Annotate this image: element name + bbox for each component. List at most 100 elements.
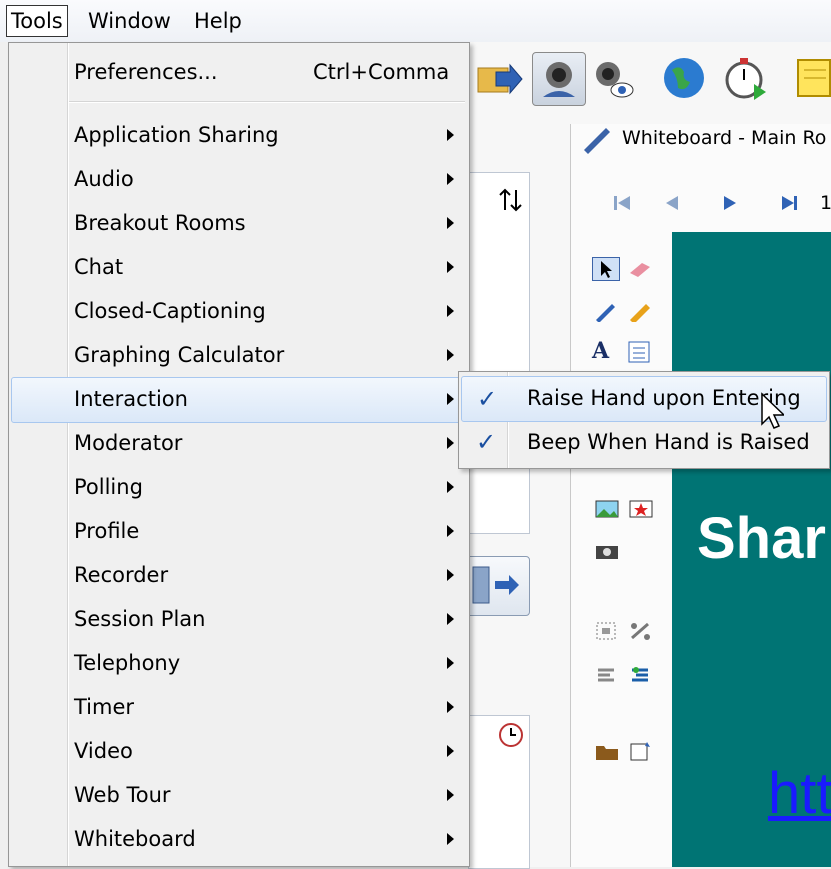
menu-item-label: Closed-Captioning xyxy=(74,299,266,323)
new-page-icon xyxy=(630,742,650,761)
align-icon xyxy=(598,668,614,682)
globe-button[interactable] xyxy=(658,52,710,104)
marker-tool[interactable] xyxy=(626,300,652,324)
select-area-tool[interactable] xyxy=(594,620,620,642)
submenu-arrow-icon xyxy=(447,305,454,317)
submenu-arrow-icon xyxy=(447,833,454,845)
pen-icon xyxy=(596,304,615,323)
menu-item-label: Audio xyxy=(74,167,134,191)
menu-item-moderator[interactable]: Moderator xyxy=(11,421,467,465)
menu-item-shortcut: Ctrl+Comma xyxy=(313,60,450,84)
menu-item-label: Profile xyxy=(74,519,140,543)
menu-help-label: Help xyxy=(194,9,242,33)
sort-button[interactable] xyxy=(496,184,526,216)
menu-item-application-sharing[interactable]: Application Sharing xyxy=(11,113,467,157)
submenu-arrow-icon xyxy=(447,349,454,361)
menu-item-label: Moderator xyxy=(74,431,183,455)
menu-item-label: Graphing Calculator xyxy=(74,343,285,367)
menu-item-label: Web Tour xyxy=(74,783,171,807)
open-folder-icon xyxy=(596,746,618,760)
pen-tool[interactable] xyxy=(592,300,618,323)
menu-item-whiteboard[interactable]: Whiteboard xyxy=(11,817,467,861)
submenu-arrow-icon xyxy=(447,261,454,273)
left-list-pane xyxy=(468,172,530,534)
folder-arrow-button[interactable] xyxy=(474,52,526,104)
menu-item-web-tour[interactable]: Web Tour xyxy=(11,773,467,817)
clipart-tool[interactable] xyxy=(628,498,654,520)
menu-item-preferences[interactable]: Preferences... Ctrl+Comma xyxy=(11,50,467,94)
exit-room-icon xyxy=(472,566,519,604)
menu-item-label: Interaction xyxy=(74,387,188,411)
camera-tool[interactable] xyxy=(594,540,620,562)
camera-icon xyxy=(596,546,618,559)
menu-item-chat[interactable]: Chat xyxy=(11,245,467,289)
image-tool[interactable] xyxy=(594,498,620,520)
arrange-icon xyxy=(632,667,648,682)
slide-link[interactable]: htt xyxy=(768,760,831,827)
scale-tool[interactable] xyxy=(628,620,654,642)
whiteboard-title: Whiteboard - Main Ro xyxy=(622,127,827,149)
checkmark-icon: ✓ xyxy=(476,428,497,456)
submenu-arrow-icon xyxy=(447,569,454,581)
menu-item-label: Recorder xyxy=(74,563,169,587)
menu-item-label: Preferences... xyxy=(74,60,218,84)
menu-item-timer[interactable]: Timer xyxy=(11,685,467,729)
menu-help[interactable]: Help xyxy=(190,6,246,36)
submenu-arrow-icon xyxy=(447,657,454,669)
submenu-arrow-icon xyxy=(447,481,454,493)
slide-heading: Shar xyxy=(697,506,826,571)
text-tool[interactable]: A xyxy=(592,340,618,362)
text-icon: A xyxy=(592,338,610,364)
checkmark-icon: ✓ xyxy=(477,385,498,413)
folder-arrow-icon xyxy=(477,63,523,95)
menu-item-profile[interactable]: Profile xyxy=(11,509,467,553)
menu-item-recorder[interactable]: Recorder xyxy=(11,553,467,597)
menu-item-graphing-calculator[interactable]: Graphing Calculator xyxy=(11,333,467,377)
notepad-icon xyxy=(797,59,831,97)
menu-item-breakout-rooms[interactable]: Breakout Rooms xyxy=(11,201,467,245)
eraser-tool[interactable] xyxy=(626,257,652,279)
select-area-icon xyxy=(596,622,616,640)
menu-item-interaction[interactable]: Interaction xyxy=(11,377,467,423)
submenu-arrow-icon xyxy=(447,745,454,757)
menu-item-polling[interactable]: Polling xyxy=(11,465,467,509)
menu-tools[interactable]: Tools xyxy=(6,5,68,37)
clipart-icon xyxy=(629,500,653,518)
submenu-arrow-icon xyxy=(447,437,454,449)
clock-button[interactable] xyxy=(496,720,526,750)
eraser-icon xyxy=(630,263,650,277)
pointer-tool[interactable] xyxy=(592,257,620,281)
mouse-cursor-icon xyxy=(761,392,786,429)
menu-item-label: Application Sharing xyxy=(74,123,279,147)
menu-item-video[interactable]: Video xyxy=(11,729,467,773)
menu-bar: Tools Window Help xyxy=(0,0,831,42)
arrange-tool[interactable] xyxy=(628,664,654,686)
webcam-view-button[interactable] xyxy=(586,52,638,104)
webcam-icon xyxy=(543,62,575,97)
menu-item-audio[interactable]: Audio xyxy=(11,157,467,201)
menu-item-telephony[interactable]: Telephony xyxy=(11,641,467,685)
textbox-tool[interactable] xyxy=(626,340,652,363)
clock-icon xyxy=(499,723,523,747)
exit-room-button[interactable] xyxy=(462,556,530,616)
notepad-button[interactable] xyxy=(792,52,831,104)
prev-page-icon xyxy=(666,196,678,210)
menu-item-label: Chat xyxy=(74,255,124,279)
submenu-arrow-icon xyxy=(447,789,454,801)
menu-tools-label: Tools xyxy=(11,9,63,33)
tools-menu: Preferences... Ctrl+Comma Application Sh… xyxy=(8,42,470,867)
menu-item-closed-captioning[interactable]: Closed-Captioning xyxy=(11,289,467,333)
stopwatch-icon xyxy=(725,58,766,100)
submenu-arrow-icon xyxy=(447,393,454,405)
stopwatch-button[interactable] xyxy=(720,52,772,104)
menu-window[interactable]: Window xyxy=(84,6,175,36)
menu-item-session-plan[interactable]: Session Plan xyxy=(11,597,467,641)
open-folder-tool[interactable] xyxy=(594,740,620,762)
next-page-icon xyxy=(724,196,736,210)
menu-item-label: Breakout Rooms xyxy=(74,211,246,235)
submenu-arrow-icon xyxy=(447,525,454,537)
align-tool[interactable] xyxy=(594,664,620,686)
webcam-button[interactable] xyxy=(532,52,586,106)
new-page-tool[interactable] xyxy=(628,740,654,762)
slide-nav-controls xyxy=(614,196,797,210)
